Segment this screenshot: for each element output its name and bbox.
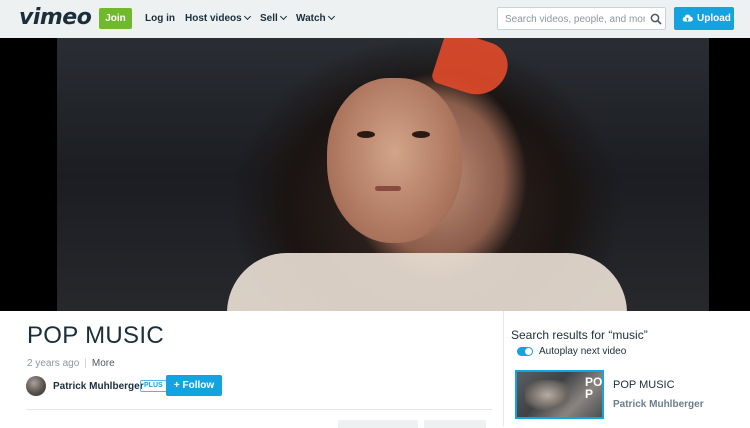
video-still-mouth (375, 186, 401, 191)
upload-button[interactable]: Upload (674, 7, 734, 30)
host-videos-label: Host videos (185, 13, 242, 24)
action-button-partial[interactable] (338, 420, 418, 428)
video-title: POP MUSIC (27, 322, 164, 349)
result-author[interactable]: Patrick Muhlberger (613, 399, 704, 411)
meta-separator: | (84, 358, 87, 369)
watch-label: Watch (296, 13, 326, 24)
video-meta: 2 years ago | More (27, 357, 115, 370)
video-still-bow (430, 38, 514, 103)
thumbnail-text: PO P (585, 375, 603, 401)
search-box[interactable] (497, 7, 666, 30)
video-player[interactable] (0, 38, 750, 311)
autoplay-toggle[interactable] (517, 347, 533, 356)
chevron-down-icon (279, 12, 287, 21)
result-title[interactable]: POP MUSIC (613, 379, 675, 392)
host-videos-menu[interactable]: Host videos (185, 12, 251, 25)
join-button[interactable]: Join (99, 8, 132, 29)
thumbnail-figure (525, 380, 570, 410)
more-link[interactable]: More (92, 358, 115, 369)
video-frame[interactable] (57, 38, 709, 311)
action-button-partial[interactable] (424, 420, 486, 428)
result-thumbnail[interactable]: PO P (515, 370, 604, 419)
follow-button[interactable]: + Follow (166, 375, 222, 396)
video-still-face (327, 78, 462, 243)
plus-badge: PLUS (140, 380, 167, 392)
avatar[interactable] (26, 376, 46, 396)
sidebar-divider (503, 311, 504, 426)
author-name[interactable]: Patrick Muhlberger (53, 380, 144, 393)
autoplay-label: Autoplay next video (539, 346, 627, 357)
sidebar-title: Search results for “music” (511, 328, 648, 342)
watch-menu[interactable]: Watch (296, 12, 335, 25)
video-still-eye (357, 131, 375, 138)
sell-menu[interactable]: Sell (260, 12, 287, 25)
upload-label: Upload (697, 13, 731, 24)
top-nav: vimeo Join Log in Host videos Sell Watch… (0, 0, 750, 38)
divider (26, 409, 492, 410)
search-input[interactable] (505, 12, 645, 26)
chevron-down-icon (243, 12, 251, 21)
login-link[interactable]: Log in (145, 12, 175, 25)
chevron-down-icon (327, 12, 335, 21)
cloud-upload-icon (682, 14, 693, 22)
search-icon[interactable] (650, 13, 662, 25)
video-age: 2 years ago (27, 358, 80, 369)
sell-label: Sell (260, 13, 278, 24)
video-still-shirt (227, 253, 627, 311)
video-still-eye (412, 131, 430, 138)
vimeo-logo[interactable]: vimeo (19, 6, 92, 30)
